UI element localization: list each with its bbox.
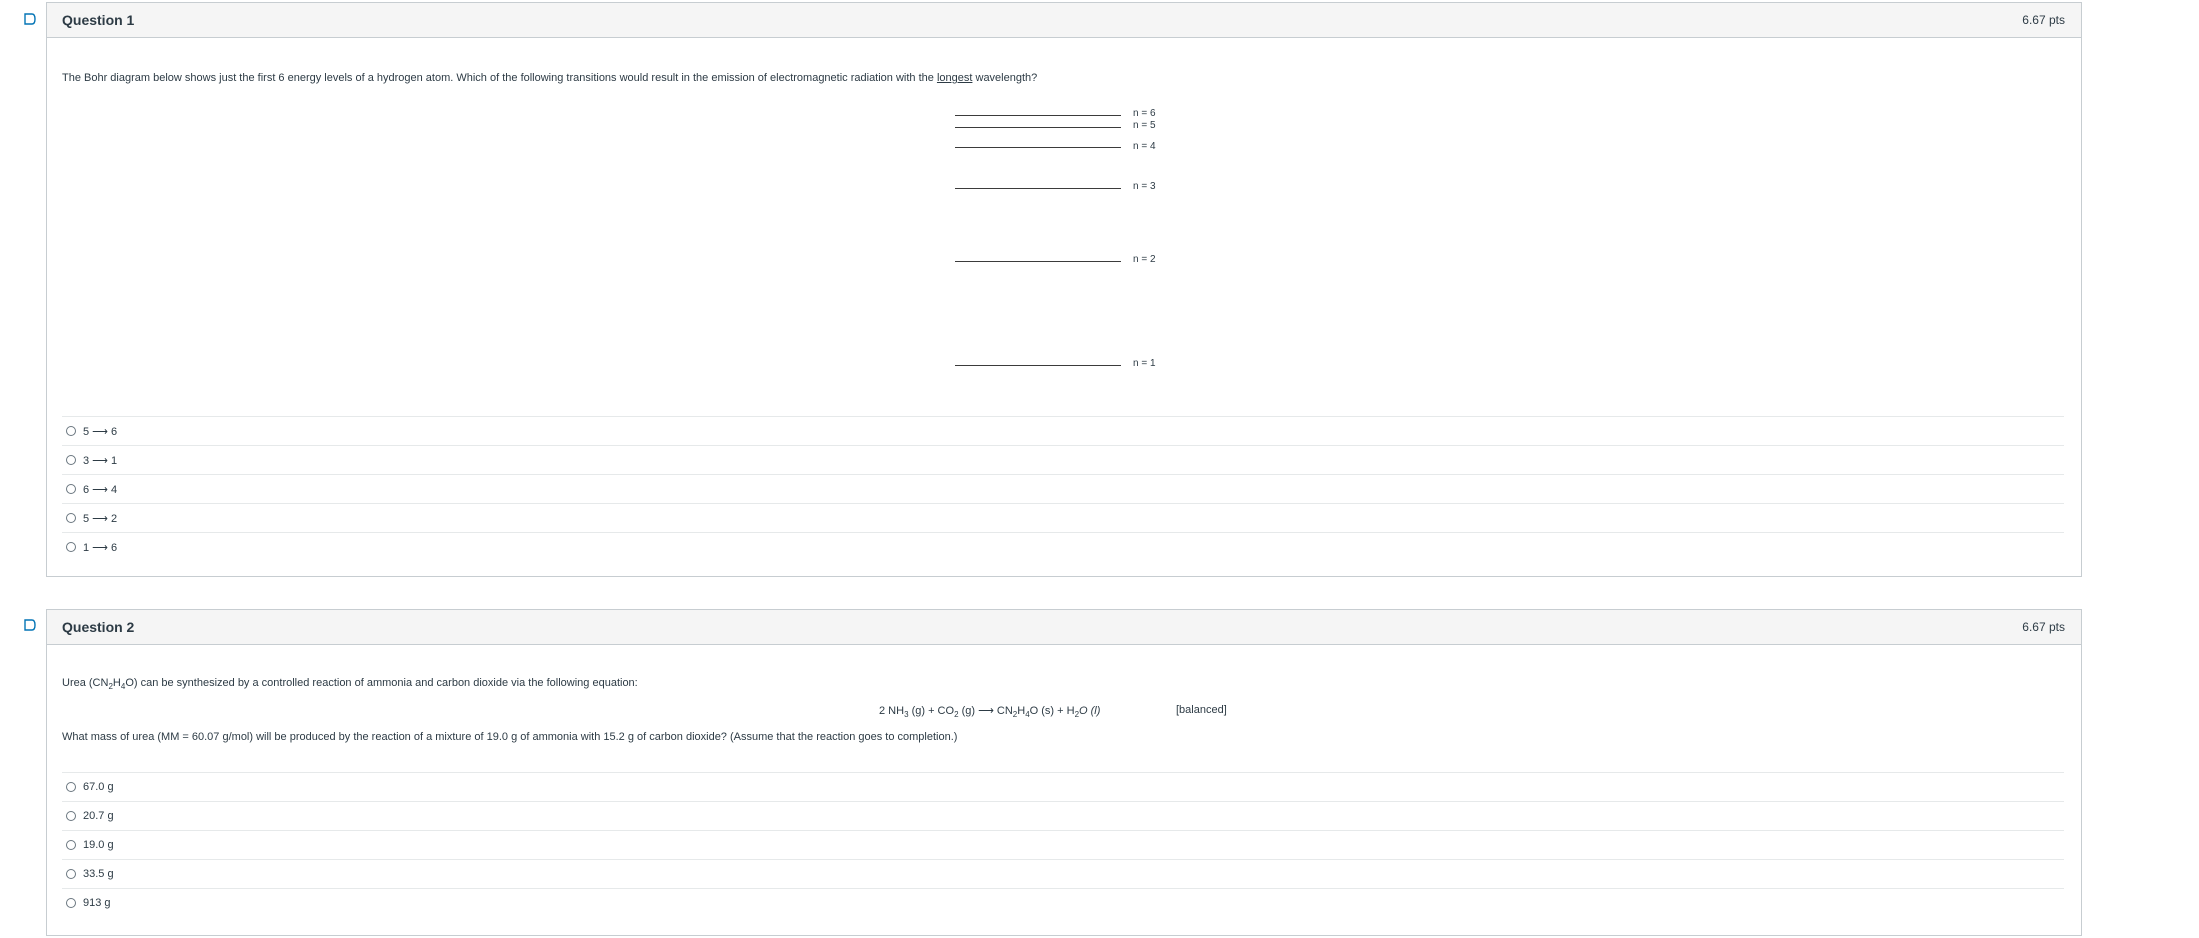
energy-level-label: n = 1 <box>1133 358 1156 369</box>
answer-label: 6 ⟶ 4 <box>83 483 118 496</box>
radio-button[interactable] <box>66 484 76 494</box>
answer-option[interactable]: 5 ⟶ 6 <box>62 416 2064 445</box>
answer-option[interactable]: 20.7 g <box>62 801 2064 830</box>
answer-label: 3 ⟶ 1 <box>83 454 118 467</box>
energy-level-line <box>955 365 1121 366</box>
answer-list: 5 ⟶ 6 3 ⟶ 1 6 ⟶ 4 5 ⟶ 2 1 ⟶ 6 <box>62 416 2064 561</box>
answer-option[interactable]: 3 ⟶ 1 <box>62 445 2064 474</box>
energy-level-label: n = 6 <box>1133 108 1156 119</box>
answer-label: 5 ⟶ 6 <box>83 425 118 438</box>
answer-option[interactable]: 6 ⟶ 4 <box>62 474 2064 503</box>
radio-button[interactable] <box>66 811 76 821</box>
energy-level-label: n = 2 <box>1133 254 1156 265</box>
equation-note: [balanced] <box>1176 704 1227 716</box>
answer-label: 1 ⟶ 6 <box>83 541 118 554</box>
answer-option[interactable]: 5 ⟶ 2 <box>62 503 2064 532</box>
answer-option[interactable]: 33.5 g <box>62 859 2064 888</box>
question-text-emphasis: longest <box>936 72 973 84</box>
energy-level-label: n = 4 <box>1133 141 1156 152</box>
radio-button[interactable] <box>66 455 76 465</box>
radio-button[interactable] <box>66 542 76 552</box>
answer-label: 913 g <box>83 897 111 909</box>
equation-part: O (l) <box>1079 705 1101 717</box>
text-part: Urea (CN <box>62 677 109 689</box>
chemical-equation: 2 NH3 (g) + CO2 (g) ⟶ CN2H4O (s) + H2O (… <box>879 704 1100 719</box>
radio-button[interactable] <box>66 898 76 908</box>
energy-level-line <box>955 261 1121 262</box>
energy-level-line <box>955 188 1121 189</box>
question-title: Question 2 <box>62 619 135 635</box>
radio-button[interactable] <box>66 869 76 879</box>
question-text: What mass of urea (MM = 60.07 g/mol) wil… <box>62 731 958 743</box>
question-text-part: The Bohr diagram below shows just the fi… <box>62 72 937 84</box>
equation-part: 2 NH <box>879 705 905 717</box>
energy-level-line <box>955 127 1121 128</box>
question-text: The Bohr diagram below shows just the fi… <box>62 72 1037 84</box>
answer-label: 19.0 g <box>83 839 114 851</box>
question-1-header: Question 1 6.67 pts <box>47 3 2081 38</box>
answer-label: 33.5 g <box>83 868 114 880</box>
radio-button[interactable] <box>66 513 76 523</box>
answer-label: 5 ⟶ 2 <box>83 512 118 525</box>
flag-question-1-icon[interactable] <box>23 12 37 26</box>
text-part: H <box>112 677 121 689</box>
radio-button[interactable] <box>66 840 76 850</box>
radio-button[interactable] <box>66 782 76 792</box>
energy-level-label: n = 3 <box>1133 181 1156 192</box>
flag-question-2-icon[interactable] <box>23 618 37 632</box>
energy-level-line <box>955 147 1121 148</box>
equation-part: (g) ⟶ CN <box>958 705 1013 717</box>
equation-part: (g) + CO <box>908 705 955 717</box>
question-2: Question 2 6.67 pts Urea (CN2H4O) can be… <box>46 609 2082 936</box>
energy-level-label: n = 5 <box>1133 120 1156 131</box>
energy-level-line <box>955 115 1121 116</box>
answer-list: 67.0 g 20.7 g 19.0 g 33.5 g 913 g <box>62 772 2064 917</box>
answer-option[interactable]: 67.0 g <box>62 772 2064 801</box>
answer-label: 67.0 g <box>83 781 114 793</box>
answer-option[interactable]: 1 ⟶ 6 <box>62 532 2064 561</box>
question-points: 6.67 pts <box>2022 13 2065 27</box>
question-intro: Urea (CN2H4O) can be synthesized by a co… <box>62 677 638 691</box>
answer-label: 20.7 g <box>83 810 114 822</box>
answer-option[interactable]: 913 g <box>62 888 2064 917</box>
question-1: Question 1 6.67 pts The Bohr diagram bel… <box>46 2 2082 577</box>
question-points: 6.67 pts <box>2022 620 2065 634</box>
answer-option[interactable]: 19.0 g <box>62 830 2064 859</box>
equation-part: H <box>1017 705 1026 717</box>
question-text-part: wavelength? <box>972 72 1038 84</box>
question-2-header: Question 2 6.67 pts <box>47 610 2081 645</box>
text-part: O) can be synthesized by a controlled re… <box>125 677 638 689</box>
question-title: Question 1 <box>62 12 135 28</box>
equation-part: O (s) + H <box>1029 705 1075 717</box>
radio-button[interactable] <box>66 426 76 436</box>
